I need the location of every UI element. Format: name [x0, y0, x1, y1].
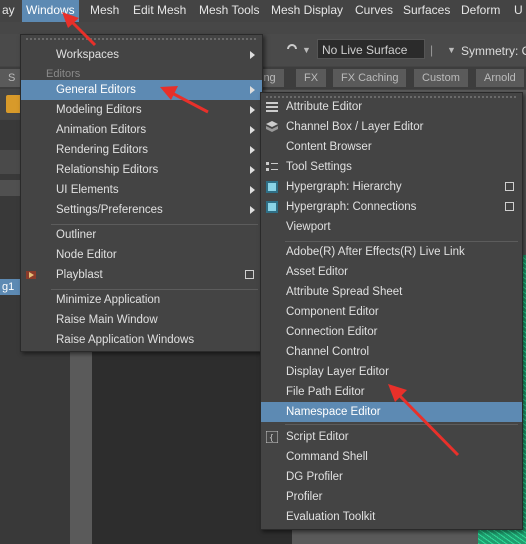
- menu-item-channel-control[interactable]: Channel Control: [261, 342, 522, 362]
- menu-item-animation-editors[interactable]: Animation Editors: [21, 120, 262, 140]
- windows-menu: Workspaces Editors General Editors Model…: [20, 34, 263, 352]
- menu-item-profiler[interactable]: Profiler: [261, 487, 522, 507]
- script-editor-icon: {: [266, 431, 278, 443]
- hypergraph-icon: [266, 181, 278, 193]
- menu-item-rendering-editors[interactable]: Rendering Editors: [21, 140, 262, 160]
- menu-item-display-layer-editor[interactable]: Display Layer Editor: [261, 362, 522, 382]
- menu-item-hypergraph-connections[interactable]: Hypergraph: Connections: [261, 197, 522, 217]
- menu-item-component-editor[interactable]: Component Editor: [261, 302, 522, 322]
- menu-item-settings-preferences[interactable]: Settings/Preferences: [21, 200, 262, 220]
- submenu-arrow-icon: [250, 166, 255, 174]
- menu-item-attribute-editor[interactable]: Attribute Editor: [261, 97, 522, 117]
- tool-settings-icon: [266, 162, 278, 171]
- live-surface-field[interactable]: No Live Surface: [317, 39, 425, 59]
- menu-item-evaluation-toolkit[interactable]: Evaluation Toolkit: [261, 507, 522, 527]
- menu-mesh-tools[interactable]: Mesh Tools: [199, 0, 259, 22]
- shelf-tab-arnold[interactable]: Arnold: [476, 69, 524, 87]
- menubar: ay Windows Mesh Edit Mesh Mesh Tools Mes…: [0, 0, 526, 22]
- menu-mesh[interactable]: Mesh: [90, 0, 119, 22]
- shelf-tab-fx-caching[interactable]: FX Caching: [333, 69, 407, 87]
- submenu-arrow-icon: [250, 146, 255, 154]
- menu-item-tool-settings[interactable]: Tool Settings: [261, 157, 522, 177]
- playblast-icon: [26, 271, 36, 279]
- chevron-down-icon[interactable]: ▼: [447, 45, 456, 55]
- menu-item-content-browser[interactable]: Content Browser: [261, 137, 522, 157]
- shelf-tab-fx[interactable]: FX: [296, 69, 327, 87]
- menu-item-script-editor[interactable]: { Script Editor: [261, 427, 522, 447]
- menu-curves[interactable]: Curves: [355, 0, 393, 22]
- menu-item-node-editor[interactable]: Node Editor: [21, 245, 262, 265]
- menu-item-ui-elements[interactable]: UI Elements: [21, 180, 262, 200]
- general-editors-submenu: Attribute Editor Channel Box / Layer Edi…: [260, 92, 523, 530]
- menu-item-raise-main-window[interactable]: Raise Main Window: [21, 310, 262, 330]
- menu-item-asset-editor[interactable]: Asset Editor: [261, 262, 522, 282]
- menu-surfaces[interactable]: Surfaces: [403, 0, 450, 22]
- menu-item-dg-profiler[interactable]: DG Profiler: [261, 467, 522, 487]
- svg-text:{: {: [269, 433, 274, 442]
- menu-windows[interactable]: Windows: [22, 0, 79, 22]
- menu-item-workspaces[interactable]: Workspaces: [21, 45, 262, 65]
- menu-item-connection-editor[interactable]: Connection Editor: [261, 322, 522, 342]
- symmetry-label[interactable]: Symmetry: O: [461, 44, 526, 58]
- menu-item-playblast[interactable]: Playblast: [21, 265, 262, 285]
- menu-item-namespace-editor[interactable]: Namespace Editor: [261, 402, 522, 422]
- menu-item-hypergraph-hierarchy[interactable]: Hypergraph: Hierarchy: [261, 177, 522, 197]
- tear-off-grip[interactable]: [25, 37, 258, 42]
- toolbar-strip: [0, 22, 526, 34]
- submenu-arrow-icon: [250, 106, 255, 114]
- submenu-arrow-icon: [250, 86, 255, 94]
- attribute-editor-icon: [266, 102, 278, 112]
- submenu-arrow-icon: [250, 51, 255, 59]
- menu-item-viewport[interactable]: Viewport: [261, 217, 522, 237]
- submenu-arrow-icon: [250, 206, 255, 214]
- submenu-arrow-icon: [250, 186, 255, 194]
- menu-item-modeling-editors[interactable]: Modeling Editors: [21, 100, 262, 120]
- option-box-icon[interactable]: [505, 202, 514, 211]
- separator-icon: |: [430, 43, 434, 57]
- menu-item-raise-application-windows[interactable]: Raise Application Windows: [21, 330, 262, 350]
- menu-item-outliner[interactable]: Outliner: [21, 225, 262, 245]
- option-box-icon[interactable]: [505, 182, 514, 191]
- menu-display[interactable]: ay: [2, 0, 15, 22]
- menu-mesh-display[interactable]: Mesh Display: [271, 0, 343, 22]
- menu-item-general-editors[interactable]: General Editors: [21, 80, 262, 100]
- section-editors: Editors: [46, 68, 81, 80]
- magnet-icon[interactable]: [285, 42, 299, 56]
- menu-separator: [285, 424, 518, 425]
- channel-box-icon: [266, 121, 278, 132]
- menu-edit-mesh[interactable]: Edit Mesh: [133, 0, 186, 22]
- menu-item-command-shell[interactable]: Command Shell: [261, 447, 522, 467]
- menu-item-minimize-application[interactable]: Minimize Application: [21, 290, 262, 310]
- menu-item-attribute-spread-sheet[interactable]: Attribute Spread Sheet: [261, 282, 522, 302]
- menu-deform[interactable]: Deform: [461, 0, 500, 22]
- shelf-tab-custom[interactable]: Custom: [414, 69, 468, 87]
- menu-item-channel-box-layer-editor[interactable]: Channel Box / Layer Editor: [261, 117, 522, 137]
- menu-item-after-effects-live-link[interactable]: Adobe(R) After Effects(R) Live Link: [261, 242, 522, 262]
- menu-item-relationship-editors[interactable]: Relationship Editors: [21, 160, 262, 180]
- option-box-icon[interactable]: [245, 270, 254, 279]
- menu-item-file-path-editor[interactable]: File Path Editor: [261, 382, 522, 402]
- chevron-down-icon[interactable]: ▼: [302, 45, 311, 55]
- menu-ui[interactable]: U: [514, 0, 523, 22]
- submenu-arrow-icon: [250, 126, 255, 134]
- hypergraph-icon: [266, 201, 278, 213]
